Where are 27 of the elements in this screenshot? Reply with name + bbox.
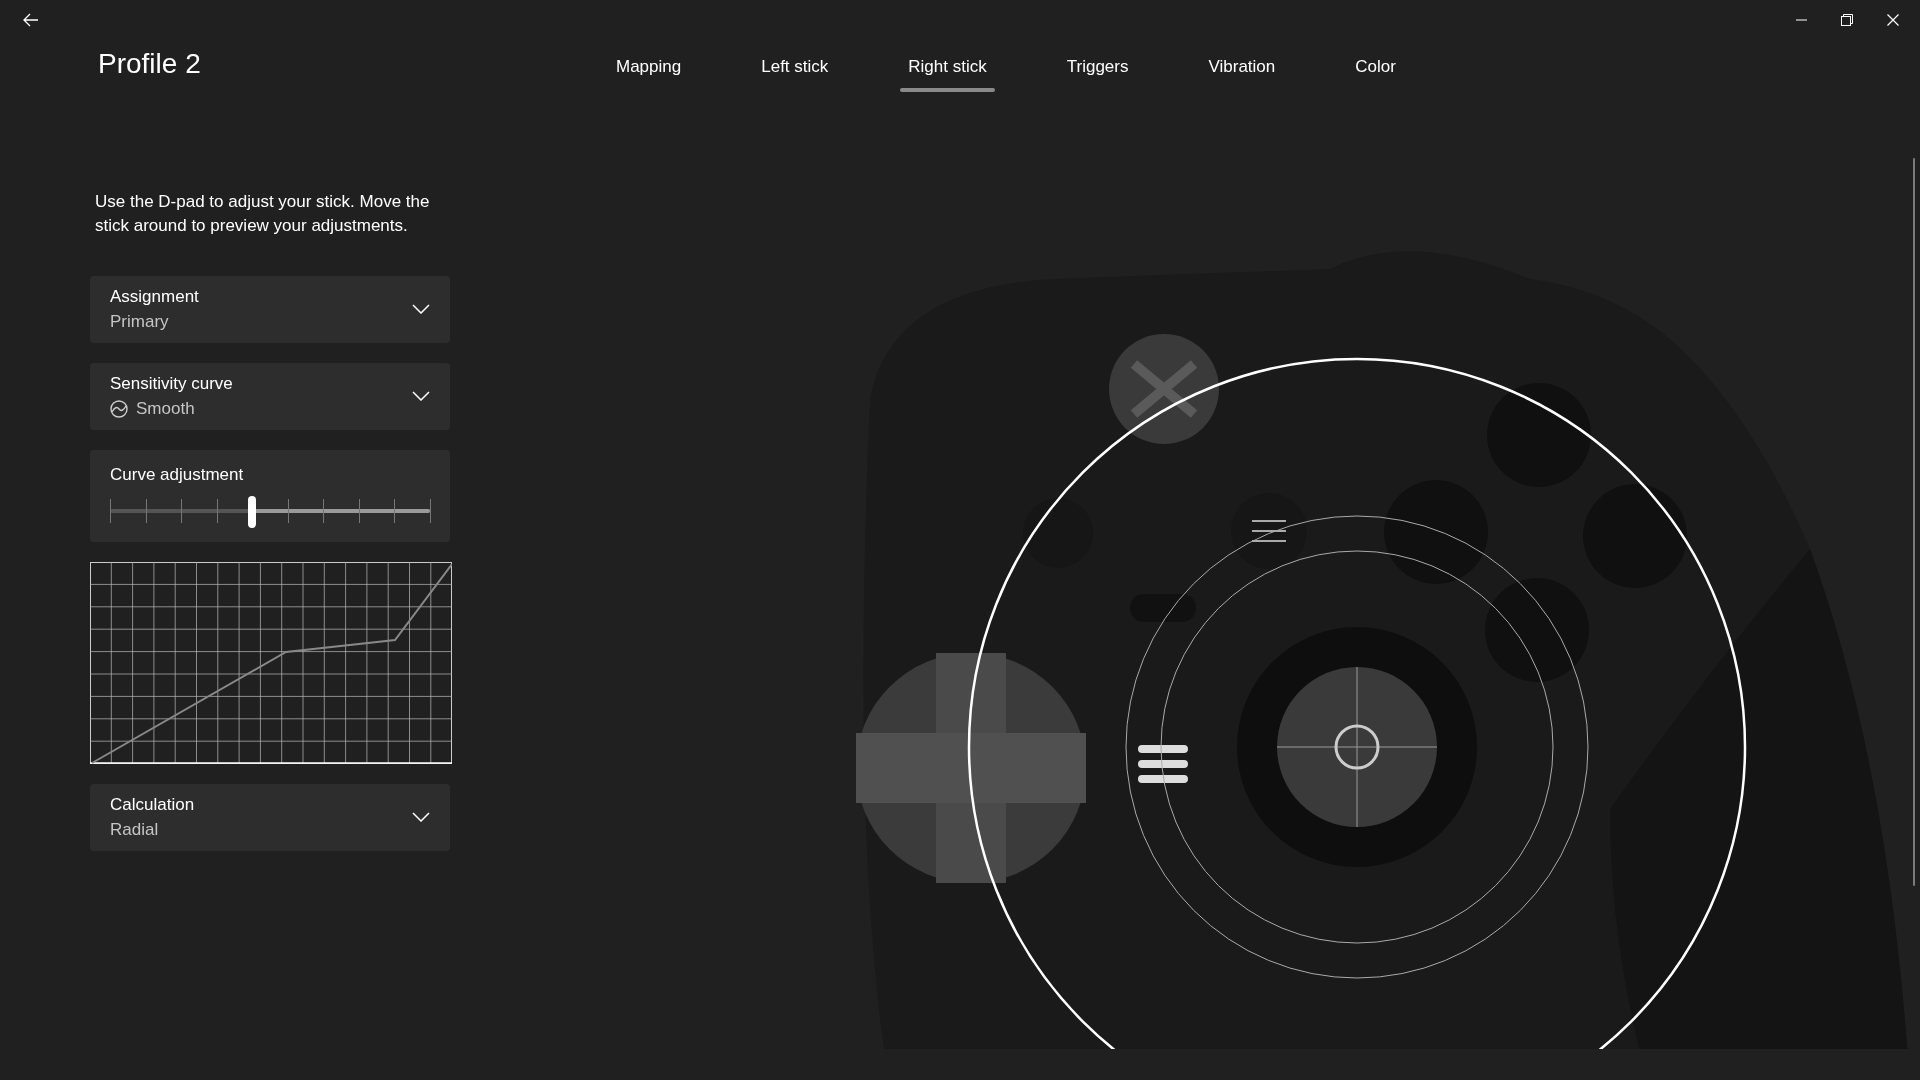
tab[interactable]: Color — [1347, 48, 1404, 92]
tab[interactable]: Vibration — [1200, 48, 1284, 92]
dropdown-label: Calculation — [110, 793, 195, 816]
chevron-down-icon — [412, 304, 430, 314]
dropdown-value: Primary — [110, 311, 169, 333]
tab[interactable]: Right stick — [900, 48, 995, 92]
tab[interactable]: Triggers — [1058, 48, 1137, 92]
dropdown[interactable]: Calculation Radial — [90, 783, 450, 851]
slider-thumb[interactable] — [248, 496, 257, 528]
tab[interactable]: Left stick — [753, 48, 837, 92]
minimize-icon — [1795, 19, 1807, 21]
dropdown[interactable]: Assignment Primary — [90, 275, 450, 343]
tab[interactable]: Mapping — [608, 48, 690, 92]
dropdown[interactable]: Sensitivity curve Smooth — [90, 362, 450, 430]
dropdown-label: Sensitivity curve — [110, 372, 233, 395]
back-arrow-icon — [23, 13, 39, 27]
chevron-down-icon — [412, 812, 430, 822]
dropdown-label: Assignment — [110, 285, 199, 308]
profile-title: Profile 2 — [98, 46, 202, 81]
restore-icon — [1841, 14, 1853, 26]
slider-label: Curve adjustment — [110, 463, 245, 486]
close-icon — [1887, 14, 1899, 26]
scrollbar[interactable] — [1913, 158, 1915, 886]
dropdown-value: Smooth — [136, 398, 195, 420]
dropdown-value: Radial — [110, 819, 159, 841]
instruction-text: Use the D-pad to adjust your stick. Move the stick around to preview your adjustments. — [95, 190, 431, 237]
chevron-down-icon — [412, 391, 430, 401]
